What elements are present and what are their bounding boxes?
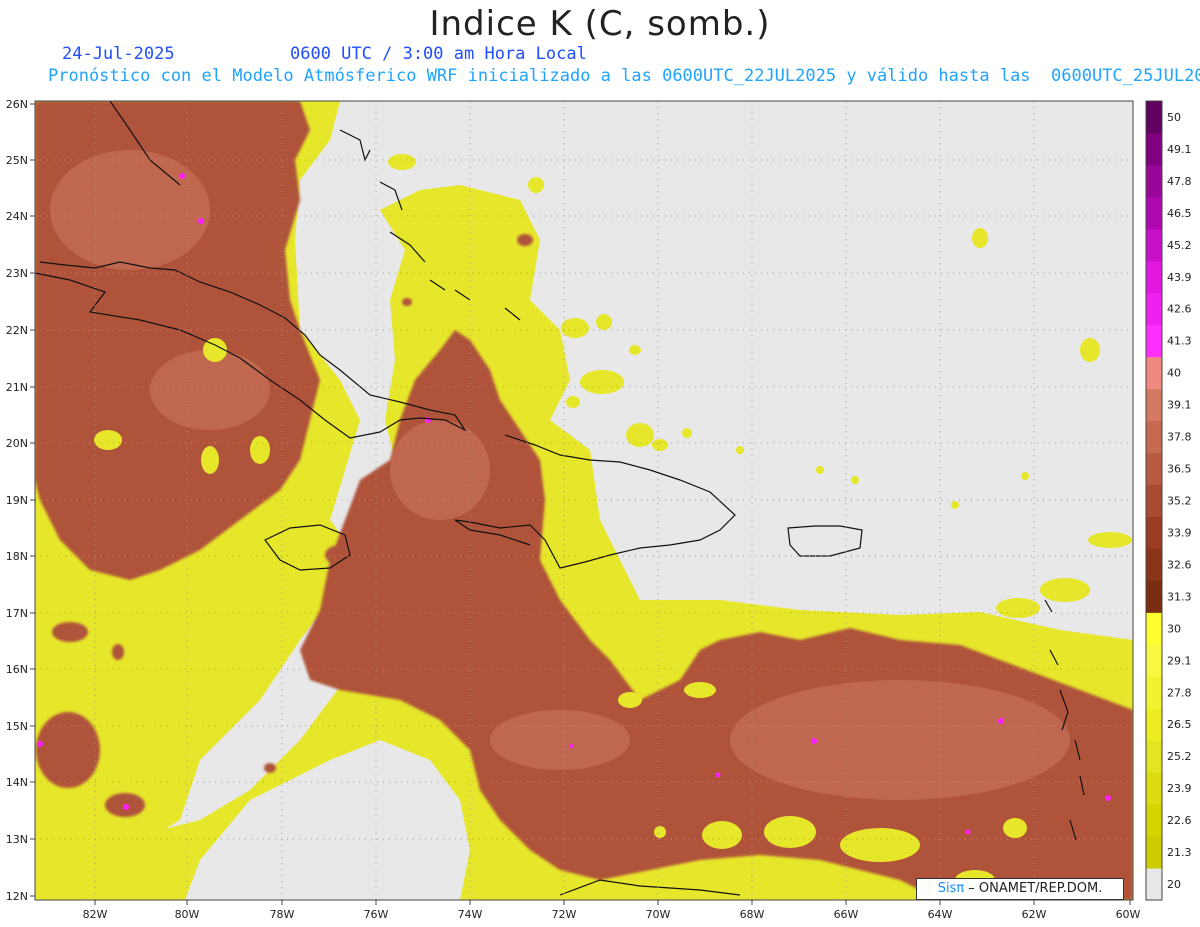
colorbar: 50 49.1 47.8 46.5 45.2 43.9 42.6 41.3 40 39.1 37.8… [1145,100,1192,901]
colorbar-label: 25.2 [1167,750,1192,763]
colorbar-swatch [1146,164,1162,198]
colorbar-label: 37.8 [1167,431,1192,444]
colorbar-label: 20 [1167,878,1181,891]
colorbar-label: 29.1 [1167,654,1192,667]
colorbar-swatch [1146,804,1162,837]
lat-label: 12N [6,890,28,903]
forecast-date: 24-Jul-2025 [62,44,175,64]
lat-label: 15N [6,720,28,733]
colorbar-label: 49.1 [1167,143,1192,156]
colorbar-label: 22.6 [1167,814,1192,827]
colorbar-label: 35.2 [1167,495,1192,508]
k-index-map: 26N 25N 24N 23N 22N 21N 20N 19N 18N 17N … [6,98,1192,921]
colorbar-swatch [1146,644,1162,677]
lon-label: 64W [928,908,953,921]
lat-label: 14N [6,776,28,789]
lat-label: 23N [6,267,28,280]
lat-label: 13N [6,833,28,846]
colorbar-label: 33.9 [1167,526,1192,539]
colorbar-swatch [1146,356,1162,390]
lon-label: 68W [740,908,765,921]
colorbar-swatch [1146,228,1162,262]
colorbar-swatch [1146,548,1162,581]
lat-label: 18N [6,550,28,563]
colorbar-swatch [1146,612,1162,645]
colorbar-label: 43.9 [1167,271,1192,284]
lat-label: 19N [6,494,28,507]
credit-org: – ONAMET/REP.DOM. [964,881,1103,896]
lon-label: 66W [834,908,859,921]
forecast-time: 0600 UTC / 3:00 am Hora Local [290,44,587,64]
colorbar-swatch [1146,420,1162,454]
lon-label: 76W [364,908,389,921]
colorbar-swatch [1146,452,1162,486]
colorbar-label: 50 [1167,111,1181,124]
map-title: Indice K (C, somb.) [429,4,771,44]
colorbar-swatch [1146,676,1162,709]
colorbar-swatch [1146,324,1162,358]
colorbar-label: 31.3 [1167,590,1192,603]
lon-label: 70W [646,908,671,921]
colorbar-swatch [1146,868,1162,901]
lon-labels: 82W 80W 78W 76W 74W 72W 70W 68W 66W 64W … [83,908,1141,921]
lat-label: 25N [6,154,28,167]
lon-label: 80W [175,908,200,921]
lat-label: 20N [6,437,28,450]
colorbar-label: 47.8 [1167,175,1192,188]
lon-label: 72W [552,908,577,921]
colorbar-label: 41.3 [1167,335,1192,348]
colorbar-swatch [1146,292,1162,326]
lat-label: 26N [6,98,28,111]
lat-label: 16N [6,663,28,676]
colorbar-label: 32.6 [1167,558,1192,571]
lat-label: 17N [6,607,28,620]
colorbar-swatch [1146,196,1162,230]
lon-label: 82W [83,908,108,921]
colorbar-label: 40 [1167,367,1181,380]
lat-label: 21N [6,381,28,394]
colorbar-swatch [1146,580,1162,613]
colorbar-swatch [1146,772,1162,805]
colorbar-label: 27.8 [1167,686,1192,699]
colorbar-swatch [1146,101,1162,134]
colorbar-label: 26.5 [1167,718,1192,731]
colorbar-swatch [1146,132,1162,166]
colorbar-label: 46.5 [1167,207,1192,220]
forecast-subtitle: Pronóstico con el Modelo Atmósferico WRF… [48,66,1200,86]
colorbar-swatch [1146,484,1162,517]
lon-label: 62W [1022,908,1047,921]
colorbar-swatch [1146,836,1162,869]
colorbar-label: 42.6 [1167,303,1192,316]
lat-label: 22N [6,324,28,337]
lat-labels: 26N 25N 24N 23N 22N 21N 20N 19N 18N 17N … [6,98,28,903]
colorbar-label: 23.9 [1167,782,1192,795]
colorbar-swatch [1146,740,1162,773]
colorbar-swatch [1146,388,1162,422]
lon-label: 60W [1116,908,1141,921]
colorbar-swatch [1146,260,1162,294]
colorbar-label: 21.3 [1167,846,1192,859]
credit-badge: Sisπ – ONAMET/REP.DOM. [916,878,1124,900]
colorbar-label: 39.1 [1167,399,1192,412]
colorbar-swatch [1146,708,1162,741]
lon-label: 78W [270,908,295,921]
colorbar-label: 36.5 [1167,463,1192,476]
colorbar-swatch [1146,516,1162,549]
colorbar-label: 45.2 [1167,239,1192,252]
colorbar-label: 30 [1167,622,1181,635]
credit-sis: Sisπ [937,881,965,896]
lon-label: 74W [458,908,483,921]
lat-label: 24N [6,210,28,223]
